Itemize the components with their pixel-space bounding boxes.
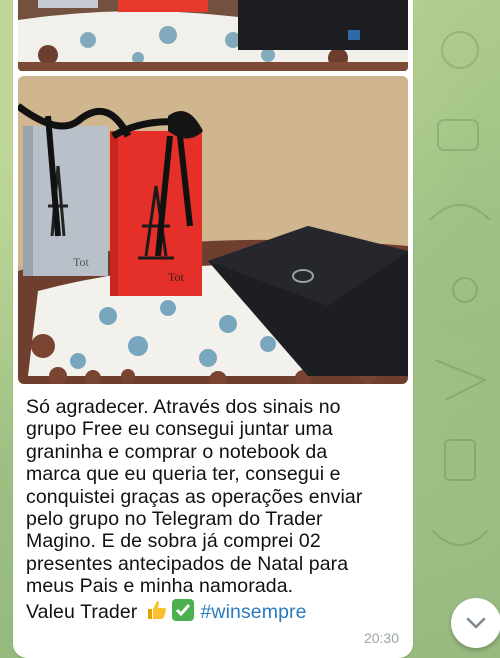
message-line: pelo grupo no Telegram do Trader bbox=[26, 508, 323, 531]
message-timestamp: 20:30 bbox=[363, 630, 399, 646]
hashtag-link[interactable]: #winsempre bbox=[200, 601, 306, 623]
svg-text:Tot: Tot bbox=[73, 255, 89, 269]
message-line: conquistei graças as operações enviar bbox=[26, 485, 363, 508]
message-line: graninha e comprar o notebook da bbox=[26, 440, 328, 463]
message-photo[interactable]: Tot Tot bbox=[18, 76, 408, 384]
message-line: meus Pais e minha namorada. bbox=[26, 575, 294, 598]
message-photo[interactable] bbox=[18, 0, 408, 71]
thumbs-up-icon bbox=[145, 598, 169, 622]
message-line: presentes antecipados de Natal para bbox=[26, 552, 349, 575]
message-closing-text: Valeu Trader bbox=[26, 600, 143, 623]
message-line: marca que eu queria ter, consegui e bbox=[26, 463, 341, 486]
message-line: Só agradecer. Através dos sinais no bbox=[26, 396, 341, 418]
wallpaper-doodles bbox=[429, 31, 491, 546]
message-bubble: Tot Tot Só agradecer. Através dos sinais… bbox=[13, 0, 413, 658]
chevron-down-icon bbox=[466, 617, 486, 629]
svg-text:Tot: Tot bbox=[168, 270, 184, 284]
message-text: Só agradecer. Através dos sinais no grup… bbox=[26, 396, 406, 623]
check-mark-icon bbox=[171, 598, 195, 622]
scroll-down-button[interactable] bbox=[451, 598, 500, 648]
message-last-line: Valeu Trader #winsempre bbox=[26, 598, 406, 623]
message-line: grupo Free eu consegui juntar uma bbox=[26, 418, 333, 441]
message-line: Magino. E de sobra já comprei 02 bbox=[26, 530, 321, 553]
